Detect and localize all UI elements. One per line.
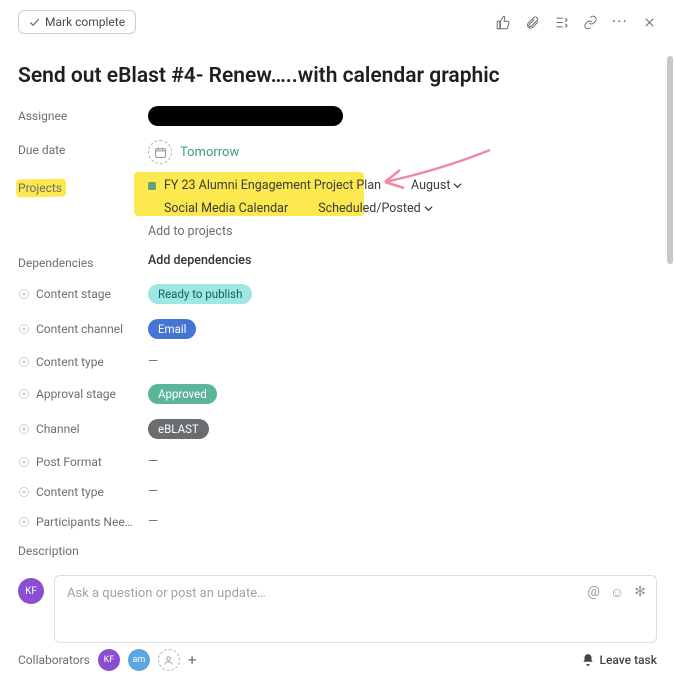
approval-stage-value[interactable]: Approved — [148, 384, 217, 404]
star-icon[interactable]: ✻ — [634, 584, 646, 601]
content-type2-value[interactable]: — — [148, 484, 158, 499]
participants-label: Participants Nee… — [36, 515, 133, 529]
description-label: Description — [18, 544, 649, 558]
user-avatar: KF — [18, 578, 44, 604]
due-date-text: Tomorrow — [180, 145, 239, 160]
scrollbar[interactable] — [667, 56, 673, 264]
project-color-icon — [148, 182, 156, 190]
leave-task-button[interactable]: Leave task — [581, 653, 657, 667]
participants-value[interactable]: — — [148, 514, 158, 529]
content-stage-label: Content stage — [36, 287, 111, 301]
project-row[interactable]: Social Media Calendar Scheduled/Posted — [148, 201, 649, 216]
content-type-value[interactable]: — — [148, 354, 158, 369]
collaborator-avatar[interactable]: KF — [98, 649, 120, 671]
content-type-label: Content type — [36, 355, 104, 369]
check-icon — [29, 17, 40, 28]
project-name: FY 23 Alumni Engagement Project Plan — [164, 178, 381, 193]
channel-value[interactable]: eBLAST — [148, 419, 209, 439]
dependencies-label: Dependencies — [18, 253, 148, 270]
chevron-down-icon — [453, 181, 462, 190]
assignee-value[interactable] — [148, 106, 343, 126]
post-format-value[interactable]: — — [148, 454, 158, 469]
collaborator-avatar[interactable]: am — [128, 649, 150, 671]
project-stage[interactable]: August — [411, 178, 462, 193]
comment-box[interactable]: @ ☺ ✻ — [54, 575, 657, 643]
bell-icon — [581, 653, 595, 667]
emoji-icon[interactable]: ☺ — [610, 584, 624, 601]
subtask-button[interactable] — [554, 15, 569, 30]
due-date-label: Due date — [18, 140, 148, 157]
calendar-icon — [148, 140, 172, 164]
more-icon[interactable]: ··· — [612, 12, 628, 32]
mark-complete-button[interactable]: Mark complete — [18, 10, 136, 34]
add-dependencies[interactable]: Add dependencies — [148, 253, 649, 268]
collaborators-label: Collaborators — [18, 653, 90, 667]
add-to-projects[interactable]: Add to projects — [148, 224, 649, 239]
comment-input[interactable] — [67, 586, 471, 601]
post-format-label: Post Format — [36, 455, 102, 469]
content-stage-value[interactable]: Ready to publish — [148, 284, 252, 304]
project-row[interactable]: FY 23 Alumni Engagement Project Plan Aug… — [148, 178, 649, 193]
like-button[interactable] — [496, 15, 511, 30]
add-collaborator-placeholder[interactable] — [158, 649, 180, 671]
project-color-icon — [148, 205, 156, 213]
copy-link-button[interactable] — [583, 15, 598, 30]
attachment-button[interactable] — [525, 15, 540, 30]
assignee-label: Assignee — [18, 106, 148, 123]
approval-stage-label: Approval stage — [36, 387, 116, 401]
close-button[interactable] — [642, 15, 657, 30]
project-name: Social Media Calendar — [164, 201, 288, 216]
mark-complete-label: Mark complete — [45, 15, 125, 29]
content-type2-label: Content type — [36, 485, 104, 499]
due-date-value[interactable]: Tomorrow — [148, 140, 649, 164]
task-title[interactable]: Send out eBlast #4- Renew…..with calenda… — [18, 64, 649, 88]
add-collaborator-button[interactable]: + — [188, 651, 197, 669]
content-channel-value[interactable]: Email — [148, 319, 196, 339]
projects-label: Projects — [18, 178, 148, 195]
content-channel-label: Content channel — [36, 322, 123, 336]
project-stage[interactable]: Scheduled/Posted — [318, 201, 432, 216]
mention-icon[interactable]: @ — [587, 584, 600, 601]
channel-label: Channel — [36, 422, 79, 436]
chevron-down-icon — [424, 204, 433, 213]
